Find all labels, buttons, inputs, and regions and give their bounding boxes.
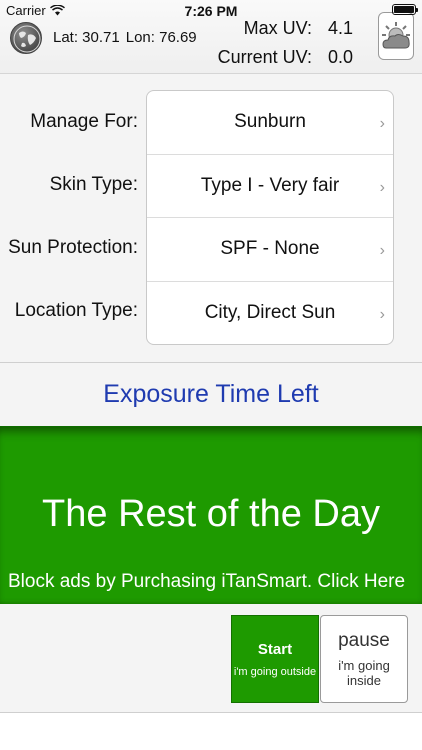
ad-link[interactable]: Block ads by Purchasing iTanSmart. Click…	[8, 571, 405, 593]
location-type-selector[interactable]: City, Direct Sun ›	[147, 282, 393, 346]
chevron-right-icon: ›	[379, 115, 385, 133]
pause-button[interactable]: pause i'm going inside	[320, 615, 408, 703]
exposure-value: The Rest of the Day	[42, 493, 380, 535]
start-sublabel: i'm going outside	[233, 665, 317, 678]
exposure-title: Exposure Time Left	[103, 380, 319, 408]
pause-label: pause	[338, 630, 390, 651]
pause-sublabel: i'm going inside	[338, 658, 390, 688]
setting-value: SPF - None	[220, 238, 320, 260]
setting-value: City, Direct Sun	[204, 302, 336, 324]
weather-icon	[382, 22, 410, 49]
status-bar: Carrier 7:26 PM	[0, 0, 422, 22]
setting-label: Skin Type:	[49, 174, 138, 195]
current-uv-value: 0.0	[328, 47, 354, 67]
current-uv-label: Current UV:	[217, 47, 312, 67]
setting-label: Manage For:	[30, 111, 138, 132]
setting-value: Sunburn	[234, 111, 306, 133]
exposure-banner: The Rest of the Day Block ads by Purchas…	[0, 426, 422, 604]
latitude-label: Lat: 30.71	[53, 29, 120, 46]
longitude-label: Lon: 76.69	[125, 29, 197, 46]
setting-label: Location Type:	[14, 300, 138, 321]
settings-panel: Sunburn › Type I - Very fair › SPF - Non…	[146, 90, 394, 345]
coordinates: Lat: 30.71 Lon: 76.69	[53, 29, 197, 46]
setting-value: Type I - Very fair	[200, 174, 340, 196]
chevron-right-icon: ›	[379, 306, 385, 324]
start-label: Start	[257, 640, 293, 658]
status-time: 7:26 PM	[184, 3, 238, 19]
start-button[interactable]: Start i'm going outside	[231, 615, 319, 703]
skin-type-selector[interactable]: Type I - Very fair ›	[147, 155, 393, 218]
footer-bar	[0, 712, 422, 750]
manage-for-selector[interactable]: Sunburn ›	[147, 91, 393, 155]
chevron-right-icon: ›	[379, 178, 385, 196]
battery-icon	[392, 4, 418, 15]
setting-label: Sun Protection:	[8, 237, 138, 258]
sun-protection-selector[interactable]: SPF - None ›	[147, 218, 393, 282]
uv-readout: Max UV: 4.1 Current UV: 0.0	[218, 14, 356, 72]
globe-icon[interactable]	[10, 22, 42, 54]
divider	[0, 362, 422, 363]
chevron-right-icon: ›	[379, 242, 385, 260]
